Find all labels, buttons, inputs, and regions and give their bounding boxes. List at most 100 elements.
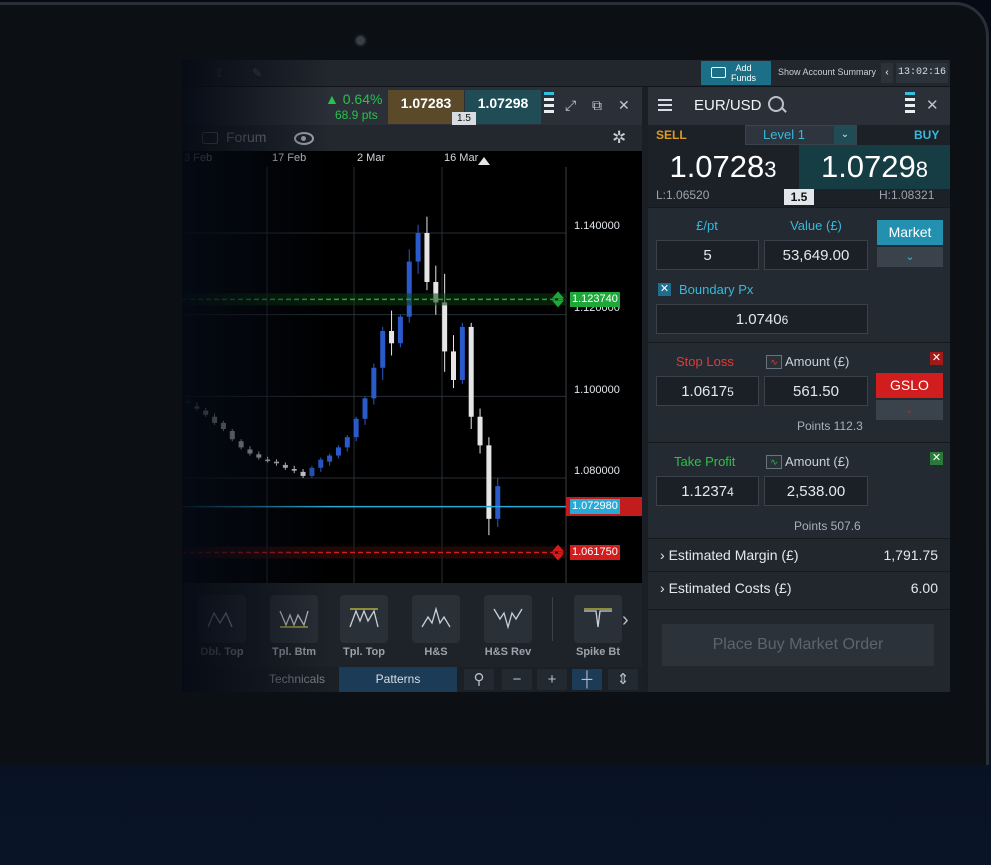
take-profit-level-tag[interactable]: 1.123740 [570,291,620,307]
pattern-button[interactable] [412,595,460,643]
share-icon[interactable]: ⇪ [214,66,224,80]
y-tick-label: 1.080000 [574,465,620,477]
eye-icon[interactable] [294,132,314,145]
tp-level-input[interactable]: 1.12374 [656,476,759,506]
candle-body [212,416,218,423]
candle-body [397,316,403,344]
pattern-icon [584,608,612,628]
tp-points: Points 507.6 [794,519,861,533]
candle-body [318,459,324,468]
edit-icon[interactable]: ✎ [252,66,262,80]
take-profit-label: Take Profit [674,454,736,469]
zoom-out-button[interactable]: − [502,669,532,690]
show-account-summary-link[interactable]: Show Account Summary [778,67,876,77]
vertical-resize-icon[interactable]: ⇕ [608,669,638,690]
buy-price-button[interactable]: 1.07298 [465,90,541,124]
boundary-input[interactable]: 1.07406 [656,304,868,334]
day-high: H:1.08321 [879,188,935,202]
take-profit-remove-icon[interactable]: ✕ [930,452,943,465]
link-icon[interactable]: ∿ [766,355,782,369]
y-tick-label: 1.140000 [574,220,620,232]
change-percent: ▲ 0.64% [325,91,383,107]
stop-amount-input[interactable]: 561.50 [764,376,868,406]
value-input[interactable]: 53,649.00 [764,240,868,270]
estimated-margin-row[interactable]: › Estimated Margin (£) 1,791.75 [648,538,950,572]
tab-patterns[interactable]: Patterns [339,667,457,692]
sell-price-tile[interactable]: 1.07283 [648,145,798,189]
menu-icon[interactable] [658,99,672,114]
pattern-icon [207,611,233,628]
pattern-button[interactable] [340,595,388,643]
instrument-symbol[interactable]: EUR/USD [694,97,762,114]
est-costs-value: 6.00 [910,580,938,596]
candle-body [238,441,244,448]
per-point-input[interactable]: 5 [656,240,759,270]
level-value: Level 1 [763,127,805,142]
stop-loss-remove-icon[interactable]: ✕ [930,352,943,365]
add-funds-label-1: Add [735,63,752,73]
sell-price-pip: 3 [764,157,777,182]
tp-main: 1.1237 [681,483,728,500]
search-icon[interactable] [768,96,784,112]
stop-loss-level-tag[interactable]: 1.061750 [570,545,620,561]
day-low: L:1.06520 [656,188,710,202]
chevron-right-icon[interactable]: › [622,609,629,632]
forum-tab[interactable]: Forum [226,129,266,145]
stop-amount-label: Amount (£) [785,354,850,369]
close-icon[interactable]: ✕ [618,97,630,114]
candle-body [380,331,386,368]
crosshair-icon[interactable]: ┼ [572,669,602,690]
pattern-button[interactable] [574,595,622,643]
candle-body [256,454,262,458]
buy-price-tile[interactable]: 1.07298 [799,145,950,189]
expand-icon[interactable]: ⤢ [565,97,576,114]
spread-badge: 1.5 [452,112,476,125]
buy-price-main: 1.0729 [820,149,916,184]
estimated-costs-row[interactable]: › Estimated Costs (£) 6.00 [648,571,950,610]
candle-body [300,471,306,476]
chevron-down-icon[interactable]: ⌄ [876,400,943,420]
pattern-button[interactable] [484,595,532,643]
boundary-checkbox[interactable]: ✕ [658,283,671,296]
pattern-strip: Dbl. Top Tpl. Btm Tpl. Top H&S H&S Rev Spike … [182,583,642,667]
pattern-icon [349,608,379,628]
candle-body [468,326,474,417]
candle-body [362,398,368,419]
tp-amount-input[interactable]: 2,538.00 [764,476,868,506]
zoom-in-button[interactable]: + [537,669,567,690]
close-icon[interactable]: ✕ [926,96,939,114]
drawing-tool-icon[interactable]: ⚲ [464,669,494,690]
candlestick-chart[interactable]: 1.140000 1.120000 1.100000 1.080000 1.12… [182,167,642,583]
sell-price-main: 1.0728 [669,149,765,184]
gslo-button[interactable]: GSLO [876,373,943,398]
chevron-down-icon[interactable]: ⌄ [877,247,943,267]
candle-body [451,351,456,380]
est-costs-label: Estimated Costs (£) [668,580,792,596]
stop-loss-section: Stop Loss ∿ Amount (£) ✕ 1.06175 561.50 … [648,342,950,443]
level-select[interactable]: Level 1 ⌄ [745,125,857,145]
order-type-button[interactable]: Market [877,220,943,245]
candle-body [371,367,377,399]
chat-icon [202,132,218,144]
place-order-button[interactable]: Place Buy Market Order [662,624,934,666]
panel-menu-icon[interactable] [905,92,915,116]
x-axis: 3 Feb 17 Feb 2 Mar 16 Mar [182,151,642,168]
pattern-icon [279,610,309,628]
add-funds-button[interactable]: Add Funds [701,61,771,85]
candle-body [486,445,492,519]
quote-area: 1.07283 1.07298 SELL BUY Level 1 ⌄ L:1.0… [648,125,950,207]
popout-icon[interactable]: ⧉ [592,97,602,114]
link-icon[interactable]: ∿ [766,455,782,469]
boundary-label: Boundary Px [679,282,754,297]
candle-body [220,422,226,429]
stop-main: 1.0617 [681,383,728,400]
panel-menu-icon[interactable] [544,92,554,118]
pattern-button[interactable] [198,595,246,643]
stop-level-input[interactable]: 1.06175 [656,376,759,406]
settings-icon[interactable]: ✲ [612,128,626,148]
pattern-button[interactable] [270,595,318,643]
pattern-label: Spike Bt [575,646,620,658]
collapse-button[interactable]: ‹ [881,63,893,83]
pattern-icon [421,606,451,628]
candle-body [344,437,350,448]
